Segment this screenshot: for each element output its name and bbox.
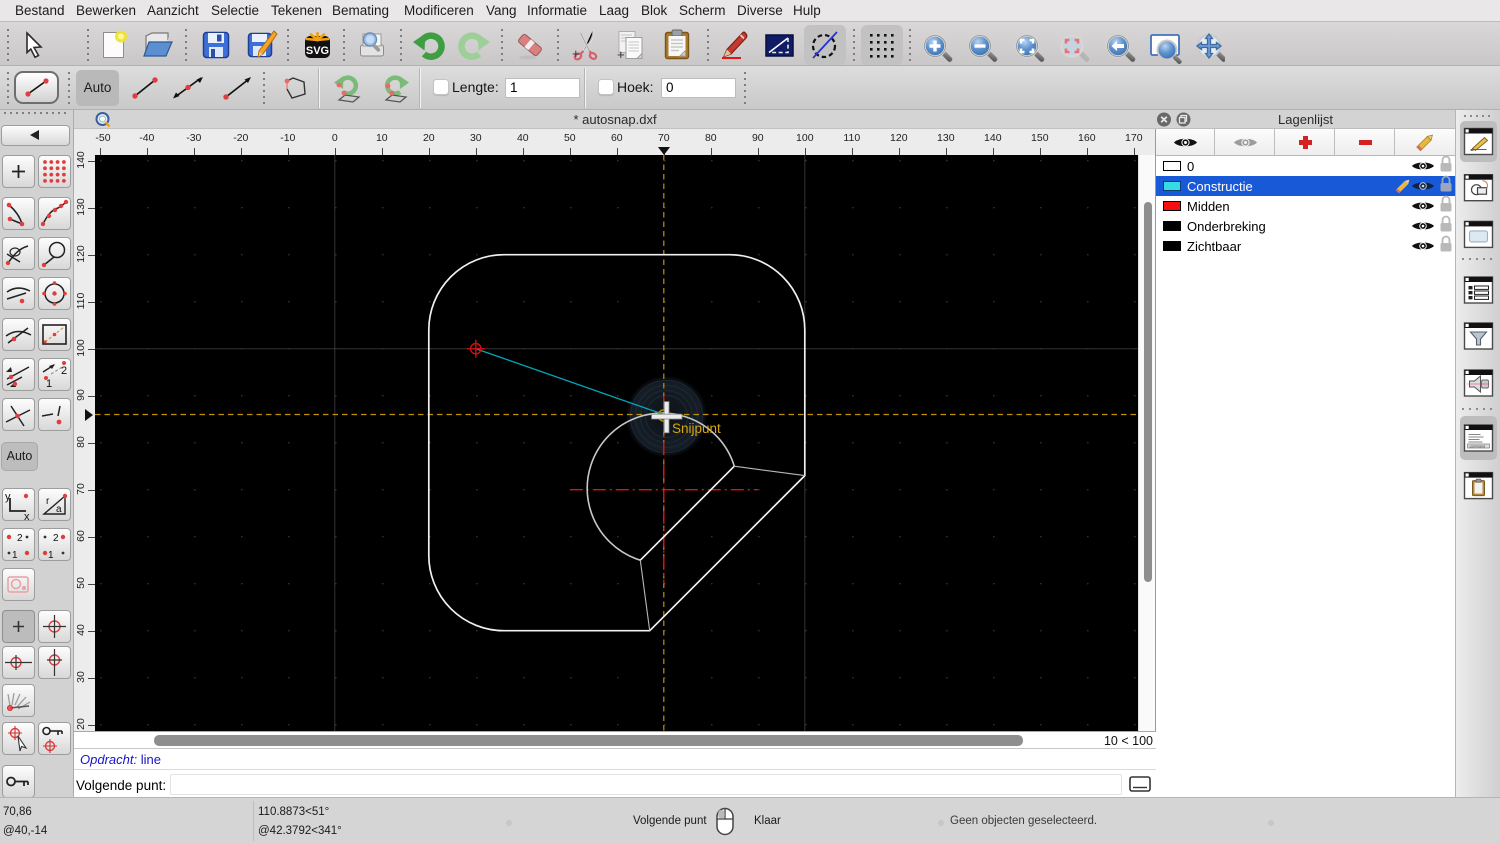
- svg-text:command: command: [1470, 445, 1485, 449]
- svg-text:y: y: [5, 491, 11, 503]
- svg-text:SVG: SVG: [306, 45, 329, 57]
- svg-text:2: 2: [53, 533, 59, 544]
- svg-text:x: x: [24, 511, 30, 521]
- svg-text:1: 1: [12, 550, 18, 561]
- svg-text:Snijpunt: Snijpunt: [672, 421, 721, 436]
- svg-text:1: 1: [48, 550, 54, 561]
- svg-text:+: +: [617, 47, 625, 61]
- svg-text:2: 2: [17, 533, 23, 544]
- svg-text:2: 2: [61, 365, 67, 377]
- svg-text:a: a: [56, 504, 62, 515]
- svg-text:1: 1: [46, 378, 52, 390]
- svg-text:r: r: [46, 496, 50, 507]
- svg-text:+: +: [572, 46, 580, 61]
